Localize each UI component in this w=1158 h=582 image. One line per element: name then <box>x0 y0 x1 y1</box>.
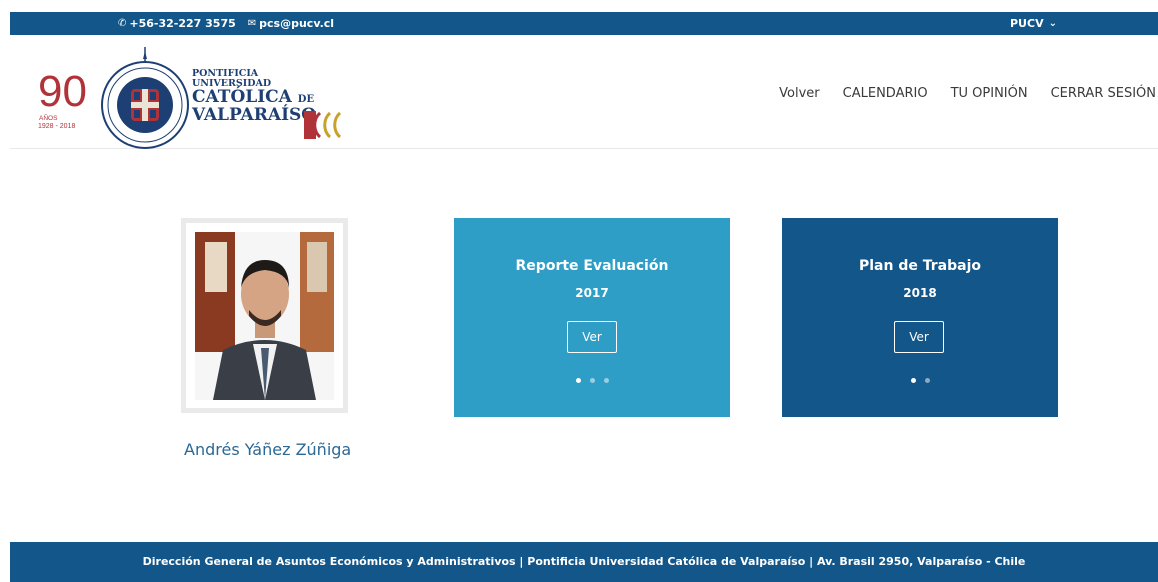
slider-dots <box>782 378 1058 383</box>
slider-dot[interactable] <box>924 378 930 383</box>
pucv-menu[interactable]: PUCV ⌄ <box>1010 17 1057 30</box>
footer-text: Dirección General de Asuntos Económicos … <box>142 555 1026 568</box>
card-year: 2018 <box>903 286 937 300</box>
plan-de-trabajo-card: Plan de Trabajo 2018 Ver <box>782 218 1058 417</box>
slider-dot[interactable] <box>910 378 916 383</box>
ver-button[interactable]: Ver <box>567 321 617 353</box>
ver-button[interactable]: Ver <box>894 321 944 353</box>
email-contact[interactable]: ✉ pcs@pucv.cl <box>248 17 334 30</box>
slider-dot[interactable] <box>589 378 595 383</box>
envelope-icon: ✉ <box>247 17 257 29</box>
profile-photo <box>195 232 334 400</box>
contact-info: ✆ +56-32-227 3575 ✉ pcs@pucv.cl <box>118 17 334 30</box>
card-title: Reporte Evaluación <box>515 258 669 274</box>
email-address: pcs@pucv.cl <box>259 17 335 30</box>
uni-line-valparaiso: VALPARAÍSO <box>192 104 317 125</box>
phone-number: +56-32-227 3575 <box>129 17 236 30</box>
nav-volver[interactable]: Volver <box>779 86 820 101</box>
nav-cerrar-sesion[interactable]: CERRAR SESIÓN <box>1051 86 1156 101</box>
logo-anos: AÑOS <box>39 113 58 122</box>
pucv-menu-label: PUCV <box>1010 17 1044 30</box>
logo-years: 1928 - 2018 <box>38 123 75 130</box>
90-anos-logo: 90 AÑOS 1928 - 2018 <box>38 68 87 130</box>
slider-dots <box>454 378 730 383</box>
university-name: PONTIFICIA UNIVERSIDAD CATÓLICA DE VALPA… <box>192 69 316 125</box>
main-nav: Volver CALENDARIO TU OPINIÓN CERRAR SESI… <box>779 86 1156 101</box>
nav-tu-opinion[interactable]: TU OPINIÓN <box>951 86 1028 101</box>
uni-catolica-word: CATÓLICA <box>192 86 292 107</box>
slider-dot[interactable] <box>603 378 609 383</box>
profile-name: Andrés Yáñez Zúñiga <box>184 440 352 459</box>
slider-dot[interactable] <box>575 378 581 383</box>
nav-calendario[interactable]: CALENDARIO <box>843 86 928 101</box>
card-title: Plan de Trabajo <box>859 258 981 274</box>
card-year: 2017 <box>575 286 609 300</box>
phone-icon: ✆ <box>118 17 127 29</box>
phone-contact[interactable]: ✆ +56-32-227 3575 <box>118 17 236 30</box>
site-footer: Dirección General de Asuntos Económicos … <box>10 542 1158 582</box>
top-bar: ✆ +56-32-227 3575 ✉ pcs@pucv.cl PUCV ⌄ <box>10 12 1158 35</box>
uni-de-word: DE <box>297 93 315 105</box>
university-seal-logo <box>101 47 189 149</box>
reporte-evaluacion-card: Reporte Evaluación 2017 Ver <box>454 218 730 417</box>
chevron-down-icon: ⌄ <box>1048 17 1057 29</box>
logo-90-number: 90 <box>38 68 87 116</box>
calidad-de-servicio-logo <box>304 111 342 139</box>
profile-photo-frame <box>181 218 348 413</box>
site-header: 90 AÑOS 1928 - 2018 PONTIFICIA UNIVERSID… <box>10 35 1158 149</box>
